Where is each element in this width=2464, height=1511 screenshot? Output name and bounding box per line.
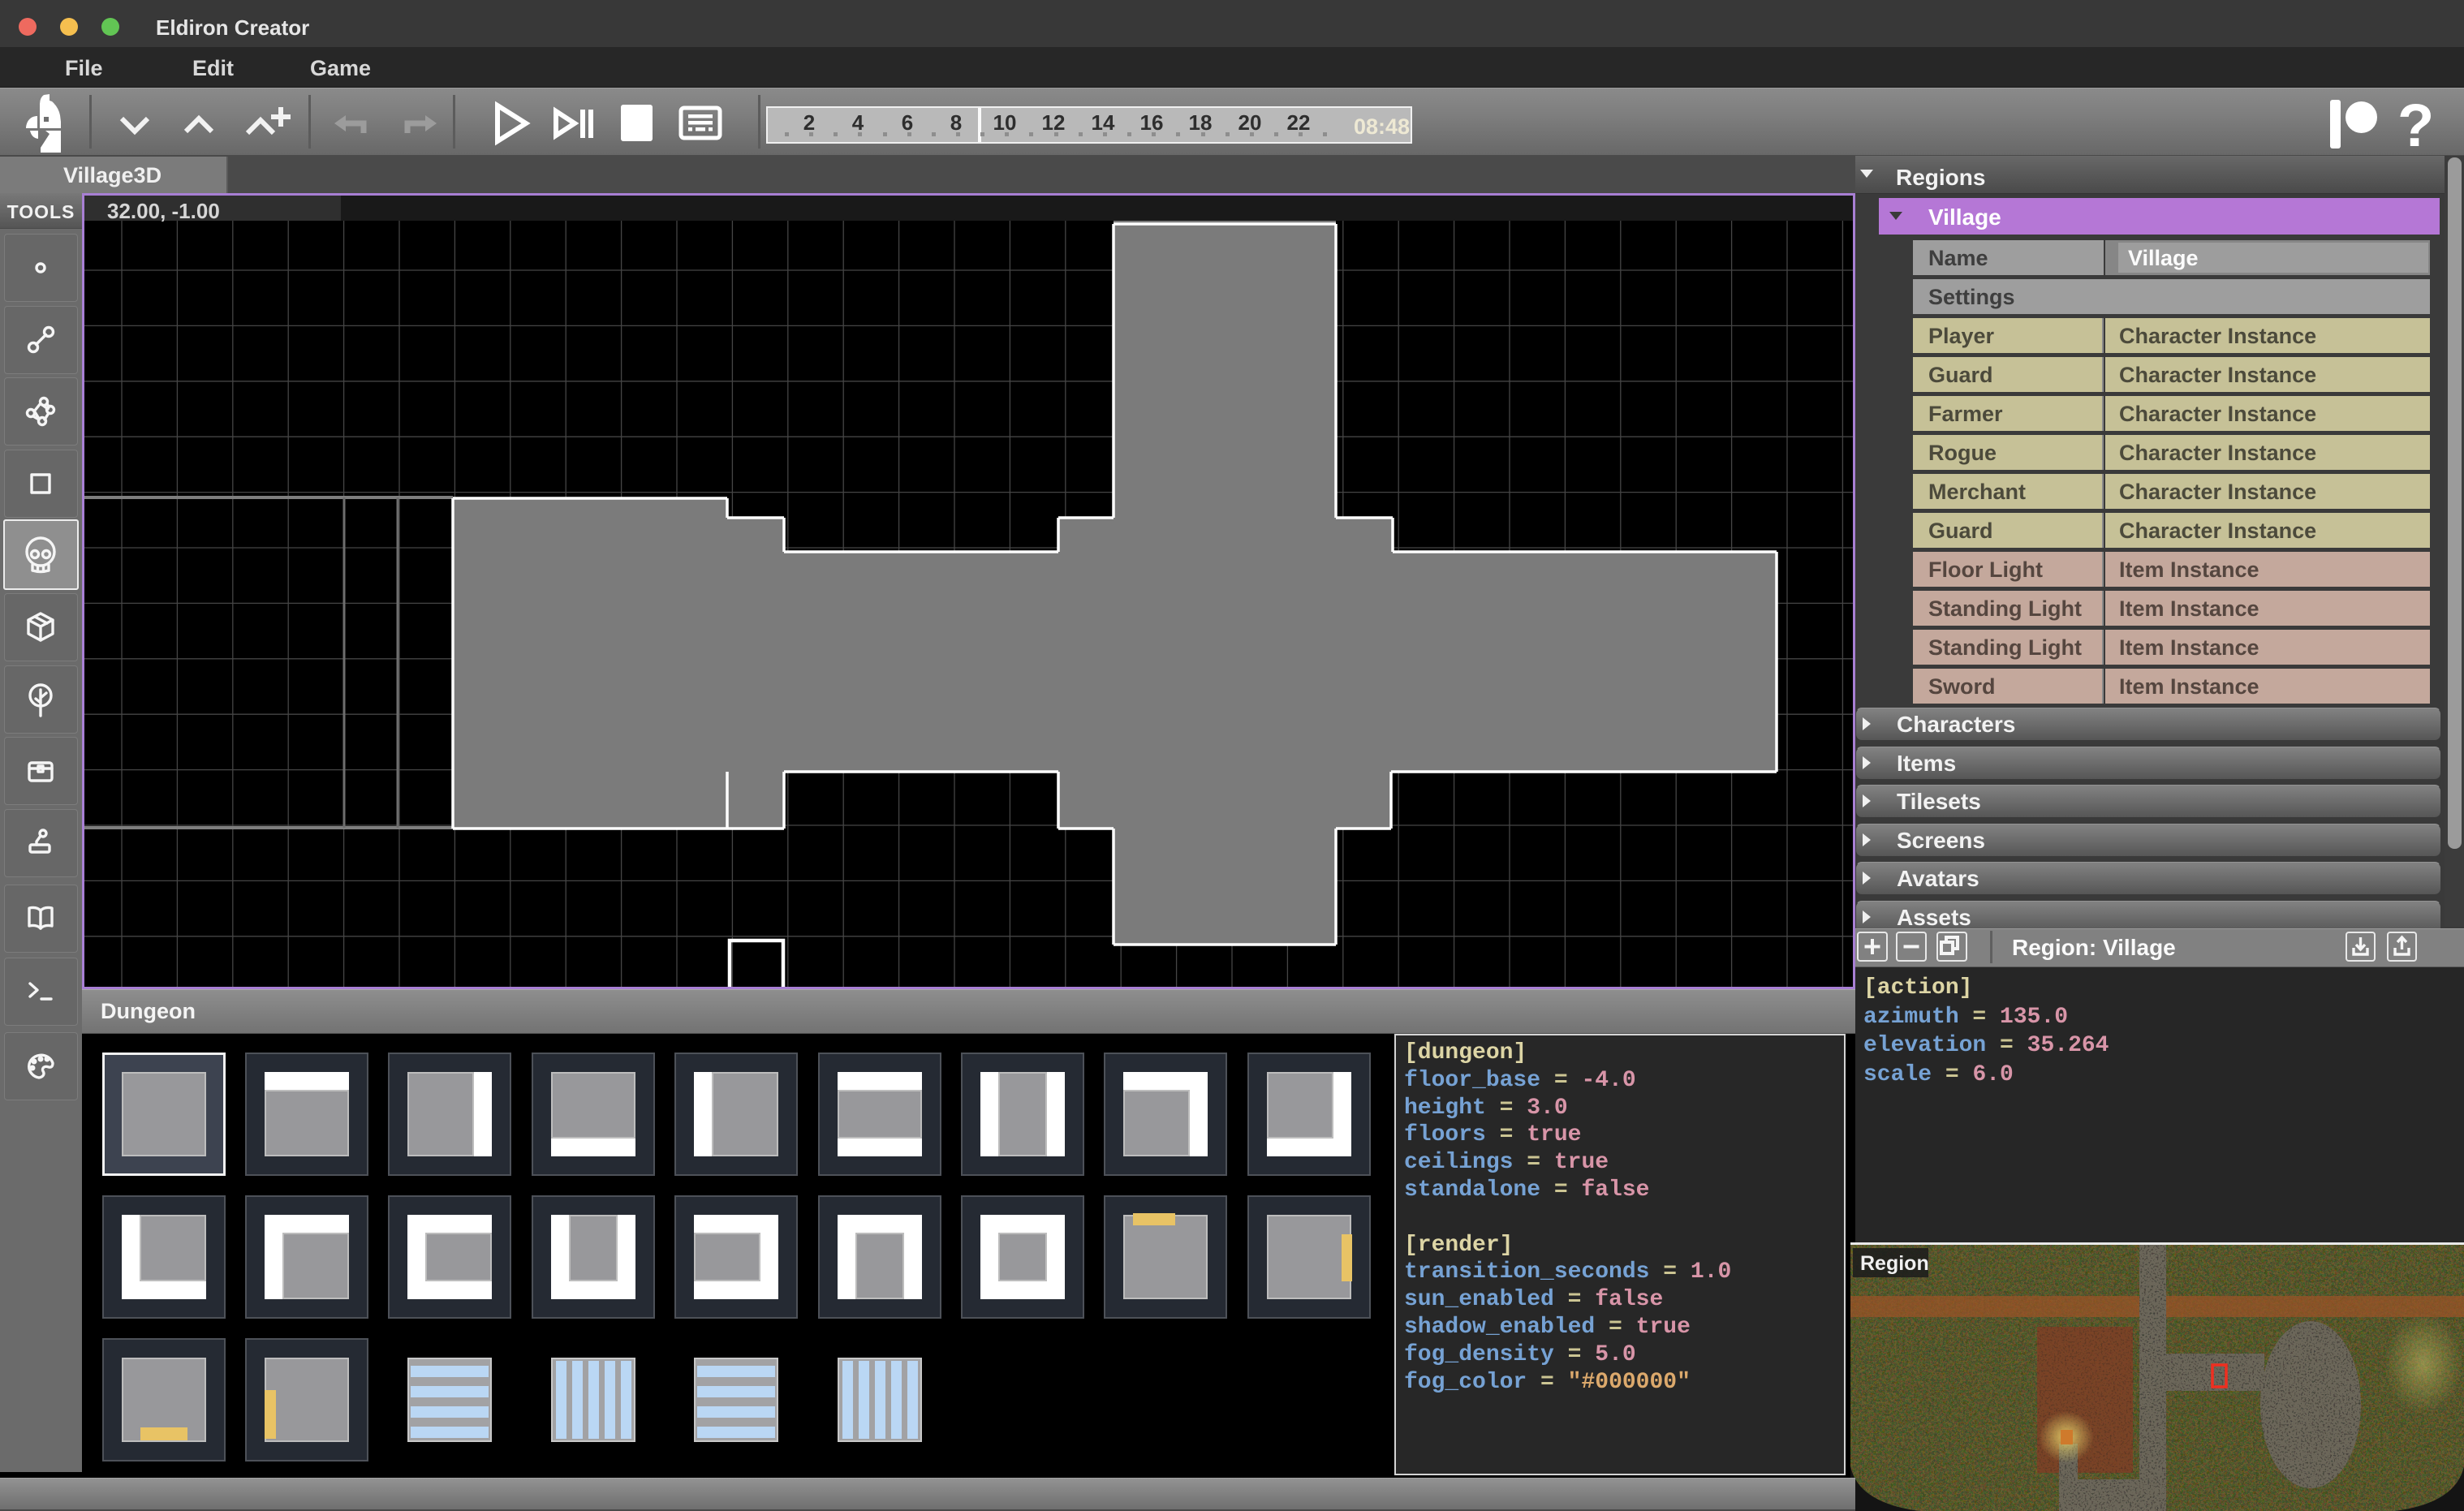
svg-text:Region: Region	[1860, 1252, 1929, 1275]
